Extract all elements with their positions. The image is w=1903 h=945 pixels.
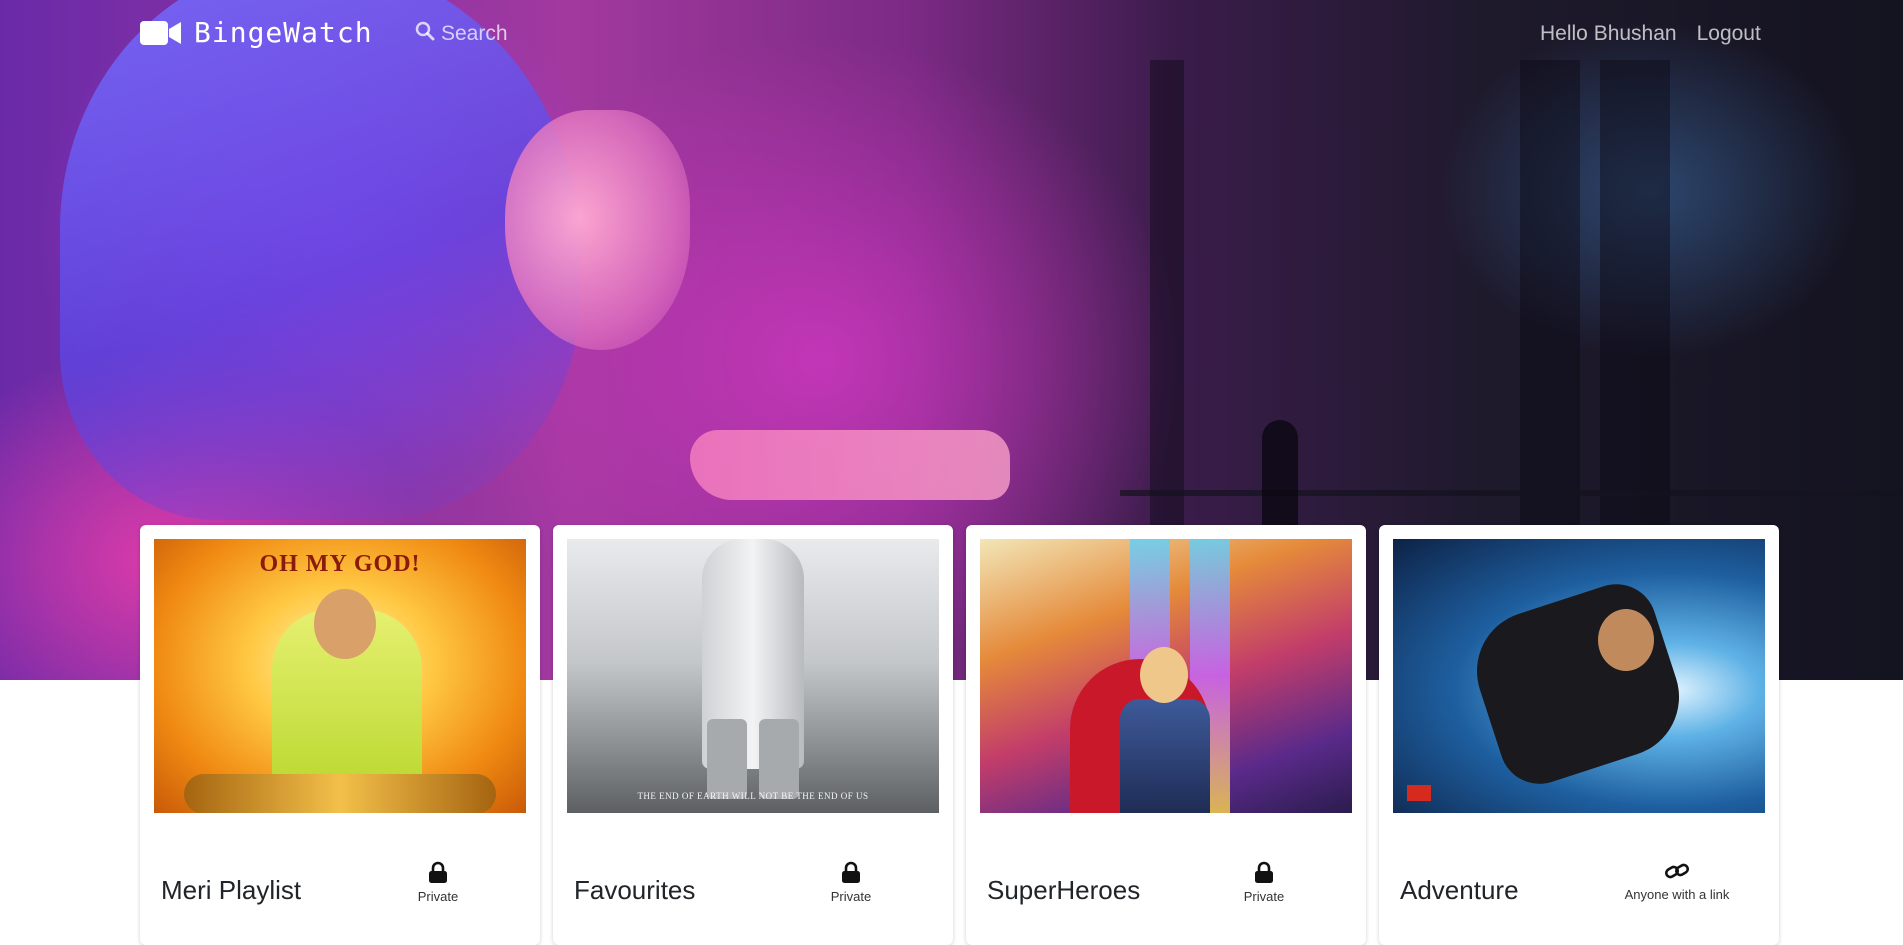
- poster-image: [1393, 539, 1765, 813]
- poster-art: [1407, 785, 1431, 801]
- poster-image: THE END OF EARTH WILL NOT BE THE END OF …: [567, 539, 939, 813]
- lock-icon: [842, 861, 860, 883]
- playlist-card[interactable]: SuperHeroes Private: [966, 525, 1366, 945]
- privacy-label: Private: [417, 889, 459, 904]
- hero-art-face: [505, 110, 690, 350]
- playlist-card[interactable]: OH MY GOD! Meri Playlist Private: [140, 525, 540, 945]
- search-icon: [415, 21, 435, 46]
- privacy-indicator: Private: [781, 861, 921, 904]
- privacy-label: Anyone with a link: [1624, 887, 1730, 902]
- poster-tagline-text: THE END OF EARTH WILL NOT BE THE END OF …: [637, 791, 869, 801]
- link-icon: [1664, 863, 1690, 879]
- poster-art: [1120, 699, 1210, 813]
- playlist-thumbnail[interactable]: [980, 539, 1352, 813]
- playlist-title[interactable]: SuperHeroes: [987, 875, 1140, 906]
- privacy-indicator: Private: [368, 861, 508, 904]
- poster-art: [759, 719, 799, 799]
- hero-art-figure: [1262, 420, 1298, 530]
- playlist-card[interactable]: Adventure Anyone with a link: [1379, 525, 1779, 945]
- search-label: Search: [441, 21, 508, 45]
- poster-art: [184, 774, 496, 813]
- lock-icon: [429, 861, 447, 883]
- playlist-card[interactable]: THE END OF EARTH WILL NOT BE THE END OF …: [553, 525, 953, 945]
- privacy-indicator: Private: [1194, 861, 1334, 904]
- poster-image: OH MY GOD!: [154, 539, 526, 813]
- user-greeting-link[interactable]: Hello Bhushan: [1540, 22, 1677, 46]
- poster-image: [980, 539, 1352, 813]
- hero-art-hair: [60, 0, 580, 520]
- video-camera-icon: [140, 19, 182, 47]
- playlist-grid: OH MY GOD! Meri Playlist Private THE END…: [140, 525, 1780, 945]
- privacy-label: Private: [830, 889, 872, 904]
- poster-art: [707, 719, 747, 799]
- top-navbar: BingeWatch Search Hello Bhushan Logout: [0, 0, 1903, 70]
- playlist-title[interactable]: Meri Playlist: [161, 875, 301, 906]
- playlist-thumbnail[interactable]: OH MY GOD!: [154, 539, 526, 813]
- playlist-title[interactable]: Adventure: [1400, 875, 1519, 906]
- playlist-title[interactable]: Favourites: [574, 875, 695, 906]
- playlist-thumbnail[interactable]: [1393, 539, 1765, 813]
- lock-icon: [1255, 861, 1273, 883]
- logout-link[interactable]: Logout: [1697, 22, 1761, 46]
- privacy-indicator: Anyone with a link: [1607, 861, 1747, 902]
- playlist-thumbnail[interactable]: THE END OF EARTH WILL NOT BE THE END OF …: [567, 539, 939, 813]
- brand-name: BingeWatch: [194, 16, 373, 49]
- search-link[interactable]: Search: [415, 21, 508, 46]
- poster-art: [1461, 573, 1695, 795]
- privacy-label: Private: [1243, 889, 1285, 904]
- poster-art: [314, 589, 376, 659]
- poster-art: [1598, 609, 1654, 671]
- poster-title-text: OH MY GOD!: [259, 551, 421, 577]
- poster-art: [1140, 647, 1188, 703]
- hero-art-hand: [690, 430, 1010, 500]
- brand-logo[interactable]: BingeWatch: [140, 16, 373, 49]
- user-menu: Hello Bhushan Logout: [1540, 22, 1761, 46]
- hero-art-rail: [1120, 490, 1903, 496]
